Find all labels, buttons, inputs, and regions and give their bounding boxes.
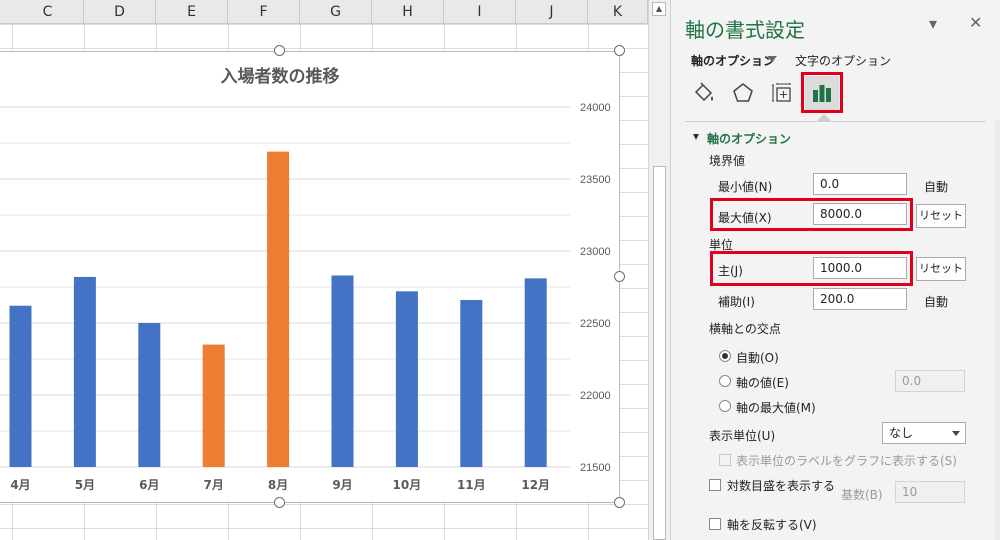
bar-11[interactable] — [460, 299, 483, 467]
crosses-label: 横軸との交点 — [709, 322, 781, 336]
y-tick-label: 23500 — [580, 174, 611, 186]
x-tick-label: 7月 — [204, 478, 224, 492]
crosses-auto-label[interactable]: 自動(O) — [736, 349, 779, 366]
x-tick-label: 11月 — [457, 478, 486, 492]
bounds-label: 境界値 — [709, 154, 746, 168]
x-tick-label: 12月 — [521, 478, 550, 492]
x-tick-label: 8月 — [268, 478, 288, 492]
crosses-auto-radio[interactable] — [719, 350, 731, 362]
y-tick-label: 21500 — [580, 462, 611, 474]
scroll-thumb[interactable] — [653, 166, 666, 540]
bar-10[interactable] — [395, 291, 418, 467]
x-tick-label: 9月 — [332, 478, 352, 492]
excel-window: CDEFGHIJK 入場者数の推移 24000 23500 23000 22500 22… — [0, 0, 1000, 540]
reverse-axis-checkbox[interactable] — [709, 518, 721, 530]
minor-unit-label: 補助(I) — [718, 295, 755, 309]
pane-title: 軸の書式設定 — [685, 18, 805, 42]
tab-text-options[interactable]: 文字のオプション — [795, 52, 891, 69]
min-bound-auto-label: 自動 — [924, 180, 949, 194]
log-scale-label: 対数目盛を表示する — [727, 479, 836, 493]
y-tick-label: 22500 — [580, 318, 611, 330]
tab-dropdown-caret-icon[interactable] — [767, 56, 777, 62]
minor-unit-input[interactable]: 200.0 — [813, 288, 907, 310]
bar-8[interactable] — [267, 151, 290, 467]
min-bound-input[interactable]: 0.0 — [813, 173, 907, 195]
bar-5[interactable] — [73, 276, 96, 467]
display-units-select[interactable]: なし — [882, 422, 966, 444]
bar-6[interactable] — [138, 323, 161, 467]
crosses-max-label[interactable]: 軸の最大値(M) — [736, 399, 816, 416]
crosses-axis-value-radio[interactable] — [719, 375, 731, 387]
pane-scrollbar[interactable] — [994, 120, 1000, 540]
format-axis-pane: 軸の書式設定 ▾ ✕ 軸のオプション 文字のオプション 軸のオプション 境界値 … — [670, 0, 1000, 540]
x-tick-label: 4月 — [10, 478, 30, 492]
pane-divider — [685, 121, 986, 122]
reverse-axis-label: 軸を反転する(V) — [727, 518, 817, 532]
bar-4[interactable] — [9, 305, 32, 467]
display-units-label: 表示単位(U) — [709, 429, 776, 443]
x-tick-label: 5月 — [75, 478, 95, 492]
min-bound-label: 最小値(N) — [718, 180, 773, 194]
y-tick-label: 22000 — [580, 390, 611, 402]
close-icon[interactable]: ✕ — [969, 13, 982, 32]
dropdown-arrow-icon — [952, 431, 960, 436]
scroll-up-arrow-icon[interactable]: ▲ — [652, 2, 666, 16]
max-bound-reset-button[interactable]: リセット — [916, 204, 966, 228]
crosses-max-radio[interactable] — [719, 400, 731, 412]
major-unit-input[interactable]: 1000.0 — [813, 257, 907, 279]
log-base-label: 基数(B) — [841, 488, 883, 502]
display-units-value: なし — [889, 426, 914, 440]
tab-axis-options[interactable]: 軸のオプション — [691, 52, 775, 69]
bar-9[interactable] — [331, 275, 354, 467]
section-axis-options[interactable]: 軸のオプション — [707, 130, 791, 147]
plot-area[interactable]: 24000 23500 23000 22500 22000 21500 4月 5月 6月 7月 8月… — [0, 0, 648, 540]
effects-pentagon-icon[interactable] — [726, 76, 760, 110]
fill-line-icon[interactable] — [687, 76, 721, 110]
size-properties-icon[interactable] — [765, 76, 799, 110]
crosses-axis-value-input[interactable]: 0.0 — [895, 370, 965, 392]
major-unit-reset-button[interactable]: リセット — [916, 257, 966, 281]
log-base-input[interactable]: 10 — [895, 481, 965, 503]
major-unit-label: 主(J) — [718, 264, 743, 278]
worksheet[interactable]: CDEFGHIJK 入場者数の推移 24000 23500 23000 22500 22… — [0, 0, 648, 540]
y-tick-label: 24000 — [580, 102, 611, 114]
vertical-scrollbar[interactable]: ▲ — [648, 0, 670, 540]
x-tick-label: 10月 — [393, 478, 422, 492]
bar-7[interactable] — [202, 344, 225, 467]
max-bound-input[interactable]: 8000.0 — [813, 203, 907, 225]
section-collapse-icon[interactable] — [693, 134, 699, 140]
minor-unit-auto-label: 自動 — [924, 295, 949, 309]
crosses-axis-value-label[interactable]: 軸の値(E) — [736, 374, 789, 391]
axis-options-bar-chart-icon[interactable] — [805, 76, 839, 110]
log-scale-checkbox[interactable] — [709, 479, 721, 491]
show-units-label-text: 表示単位のラベルをグラフに表示する(S) — [736, 454, 957, 468]
show-units-label-checkbox[interactable] — [719, 454, 731, 466]
x-tick-label: 6月 — [139, 478, 159, 492]
units-label: 単位 — [709, 238, 734, 252]
pane-options-chevron-icon[interactable]: ▾ — [929, 14, 937, 33]
y-tick-label: 23000 — [580, 246, 611, 258]
max-bound-label: 最大値(X) — [718, 211, 772, 225]
bar-12[interactable] — [524, 278, 547, 467]
